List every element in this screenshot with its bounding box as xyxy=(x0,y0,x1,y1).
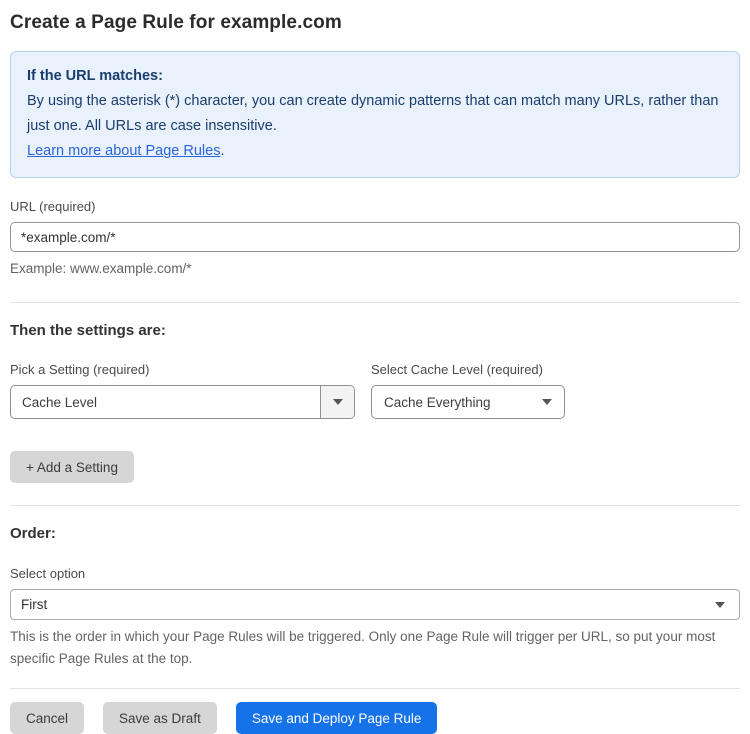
save-draft-button[interactable]: Save as Draft xyxy=(103,702,217,734)
save-deploy-button[interactable]: Save and Deploy Page Rule xyxy=(235,702,438,734)
cache-level-group: Select Cache Level (required) Cache Ever… xyxy=(371,362,565,419)
link-suffix: . xyxy=(220,143,225,159)
divider-actions xyxy=(10,688,740,689)
setting-picker-group: Pick a Setting (required) Cache Level xyxy=(10,362,355,419)
settings-section-heading: Then the settings are: xyxy=(10,322,166,339)
order-helper-text: This is the order in which your Page Rul… xyxy=(10,629,716,666)
setting-picker-arrow-button[interactable] xyxy=(320,386,354,418)
form-actions: Cancel Save as Draft Save and Deploy Pag… xyxy=(10,702,740,734)
divider-settings xyxy=(10,302,740,303)
cache-level-dropdown[interactable]: Cache Everything xyxy=(371,385,565,419)
learn-more-link[interactable]: Learn more about Page Rules xyxy=(27,143,220,159)
setting-picker-dropdown[interactable]: Cache Level xyxy=(10,385,355,419)
settings-row: Pick a Setting (required) Cache Level Se… xyxy=(10,362,740,419)
add-setting-button[interactable]: + Add a Setting xyxy=(10,451,134,483)
info-box-heading: If the URL matches: xyxy=(27,68,163,84)
page-rule-form: Create a Page Rule for example.com If th… xyxy=(0,0,750,734)
setting-picker-label: Pick a Setting (required) xyxy=(10,362,150,377)
info-box-link-line: Learn more about Page Rules. xyxy=(27,139,723,164)
page-title: Create a Page Rule for example.com xyxy=(10,12,342,33)
url-field-label: URL (required) xyxy=(10,199,96,214)
order-dropdown[interactable]: First xyxy=(10,589,740,620)
chevron-down-icon xyxy=(542,399,552,405)
info-box-body-text: By using the asterisk (*) character, you… xyxy=(27,93,719,134)
url-match-info-box: If the URL matches: By using the asteris… xyxy=(10,51,740,178)
chevron-down-icon xyxy=(715,601,725,608)
cancel-button[interactable]: Cancel xyxy=(10,702,85,734)
order-dropdown-value: First xyxy=(21,597,48,612)
info-box-body: By using the asterisk (*) character, you… xyxy=(27,89,723,139)
setting-picker-value: Cache Level xyxy=(22,394,98,410)
divider-order xyxy=(10,505,740,506)
url-input[interactable] xyxy=(10,222,740,252)
cache-level-label: Select Cache Level (required) xyxy=(371,362,543,377)
cache-level-value: Cache Everything xyxy=(384,394,491,410)
url-field-helper: Example: www.example.com/* xyxy=(10,261,192,276)
order-section-heading: Order: xyxy=(10,525,56,542)
chevron-down-icon xyxy=(332,399,343,405)
order-select-label: Select option xyxy=(10,566,86,581)
